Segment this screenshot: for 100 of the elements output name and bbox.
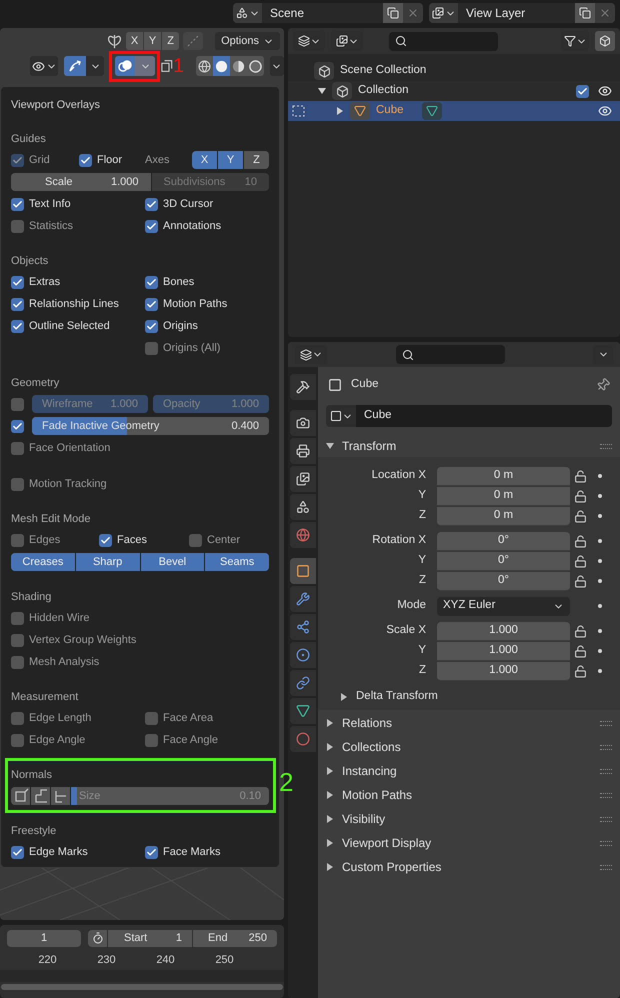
outliner-row[interactable]: Cube bbox=[288, 101, 620, 121]
number-field[interactable]: 1.000 bbox=[437, 642, 570, 660]
subpanel-header[interactable]: Delta Transform bbox=[318, 686, 620, 708]
checkbox[interactable] bbox=[11, 846, 24, 858]
properties-tab[interactable] bbox=[290, 374, 316, 400]
axis-toggle[interactable]: Y bbox=[218, 151, 243, 169]
shading-mode-button[interactable] bbox=[213, 56, 230, 76]
properties-tab[interactable] bbox=[290, 642, 316, 668]
checkbox[interactable] bbox=[576, 84, 589, 98]
axis-toggle[interactable]: X bbox=[126, 32, 144, 50]
number-field[interactable]: 0° bbox=[437, 572, 570, 590]
checkbox[interactable] bbox=[145, 276, 158, 288]
checkbox[interactable] bbox=[11, 442, 24, 454]
checkbox[interactable] bbox=[145, 712, 158, 724]
drag-handle[interactable] bbox=[600, 768, 612, 774]
duplicate-button[interactable] bbox=[575, 3, 595, 23]
start-field[interactable]: Start 1 bbox=[108, 930, 192, 946]
close-button[interactable] bbox=[595, 3, 615, 23]
properties-tab[interactable] bbox=[290, 494, 316, 520]
axis-toggle[interactable]: X bbox=[192, 151, 217, 169]
toggle-button[interactable]: Sharp bbox=[76, 553, 140, 571]
checkbox[interactable] bbox=[189, 534, 202, 546]
properties-tab[interactable] bbox=[290, 466, 316, 492]
checkbox[interactable] bbox=[11, 298, 24, 310]
gizmo-dropdown[interactable] bbox=[86, 56, 104, 76]
properties-tab[interactable] bbox=[290, 558, 316, 584]
close-button[interactable] bbox=[403, 3, 423, 23]
checkbox[interactable] bbox=[79, 154, 92, 166]
drag-handle[interactable] bbox=[600, 744, 612, 750]
checkbox[interactable] bbox=[11, 276, 24, 288]
normal-mode-button[interactable] bbox=[51, 787, 70, 805]
checkbox[interactable] bbox=[145, 342, 158, 354]
mode-dropdown[interactable]: XYZ Euler bbox=[437, 596, 570, 616]
drag-handle[interactable] bbox=[600, 792, 612, 798]
normal-mode-button[interactable] bbox=[11, 787, 30, 805]
checkbox[interactable] bbox=[145, 198, 158, 210]
checkbox[interactable] bbox=[11, 420, 24, 432]
drag-handle[interactable] bbox=[600, 720, 612, 726]
checkbox[interactable] bbox=[11, 320, 24, 332]
search-field[interactable] bbox=[396, 345, 505, 364]
checkbox[interactable] bbox=[11, 734, 24, 746]
checkbox[interactable] bbox=[11, 220, 24, 232]
duplicate-button[interactable] bbox=[383, 3, 403, 23]
gizmo-toggle[interactable] bbox=[64, 56, 86, 76]
number-field[interactable]: 0 m bbox=[437, 506, 570, 526]
checkbox[interactable] bbox=[11, 198, 24, 210]
toggle-button[interactable]: Seams bbox=[205, 553, 269, 571]
properties-tab[interactable] bbox=[290, 410, 316, 436]
drag-handle[interactable] bbox=[600, 840, 612, 846]
panel-header[interactable]: Collections bbox=[318, 735, 620, 759]
normal-mode-button[interactable] bbox=[31, 787, 50, 805]
properties-tab[interactable] bbox=[290, 586, 316, 612]
properties-tab[interactable] bbox=[290, 614, 316, 640]
axis-toggle[interactable]: Y bbox=[144, 32, 162, 50]
number-field[interactable]: 0° bbox=[437, 552, 570, 570]
properties-tab[interactable] bbox=[290, 726, 316, 752]
number-field[interactable]: 0 m bbox=[437, 486, 570, 506]
panel-header[interactable]: Visibility bbox=[318, 807, 620, 831]
panel-header[interactable]: Instancing bbox=[318, 759, 620, 783]
overlays-dropdown[interactable] bbox=[135, 56, 156, 76]
drag-handle[interactable] bbox=[600, 444, 612, 448]
shading-mode-button[interactable] bbox=[230, 56, 247, 76]
checkbox[interactable] bbox=[11, 478, 24, 490]
checkbox[interactable] bbox=[11, 656, 24, 668]
number-field[interactable]: 1.000 bbox=[437, 662, 570, 680]
visibility-dropdown[interactable] bbox=[30, 56, 58, 76]
properties-tab[interactable] bbox=[290, 522, 316, 548]
properties-tab[interactable] bbox=[290, 670, 316, 696]
selector-dropdown[interactable] bbox=[429, 3, 458, 23]
drag-handle[interactable] bbox=[600, 816, 612, 822]
checkbox[interactable] bbox=[145, 298, 158, 310]
name-field[interactable]: Cube bbox=[356, 405, 612, 427]
name-field[interactable]: View Layer bbox=[458, 3, 575, 23]
overlays-toggle[interactable] bbox=[115, 56, 136, 76]
panel-header[interactable]: Motion Paths bbox=[318, 783, 620, 807]
axis-toggle[interactable]: Z bbox=[244, 151, 269, 169]
toggle-button[interactable]: Bevel bbox=[140, 553, 204, 571]
checkbox[interactable] bbox=[11, 712, 24, 724]
shading-dropdown[interactable] bbox=[270, 56, 284, 76]
preview-range-button[interactable] bbox=[88, 930, 107, 946]
number-field[interactable]: 0 m bbox=[437, 466, 570, 486]
datablock-dropdown[interactable] bbox=[326, 405, 356, 427]
toggle-button[interactable]: Creases bbox=[11, 553, 75, 571]
checkbox[interactable] bbox=[11, 534, 24, 546]
search-field[interactable] bbox=[389, 32, 498, 50]
number-field[interactable]: Scale 1.000 bbox=[11, 173, 150, 191]
name-field[interactable]: Scene bbox=[262, 3, 383, 23]
new-collection-button[interactable] bbox=[595, 31, 615, 51]
checkbox[interactable] bbox=[145, 320, 158, 332]
drag-handle[interactable] bbox=[600, 864, 612, 870]
checkbox[interactable] bbox=[145, 734, 158, 746]
end-field[interactable]: End 250 bbox=[193, 930, 277, 946]
selector-dropdown[interactable] bbox=[233, 3, 262, 23]
number-field[interactable]: 0° bbox=[437, 532, 570, 550]
checkbox[interactable] bbox=[99, 534, 112, 546]
checkbox[interactable] bbox=[145, 846, 158, 858]
scrollbar[interactable] bbox=[1, 984, 283, 990]
properties-tab[interactable] bbox=[290, 438, 316, 464]
checkbox[interactable] bbox=[145, 220, 158, 232]
frame-field[interactable]: 1 bbox=[7, 930, 81, 946]
